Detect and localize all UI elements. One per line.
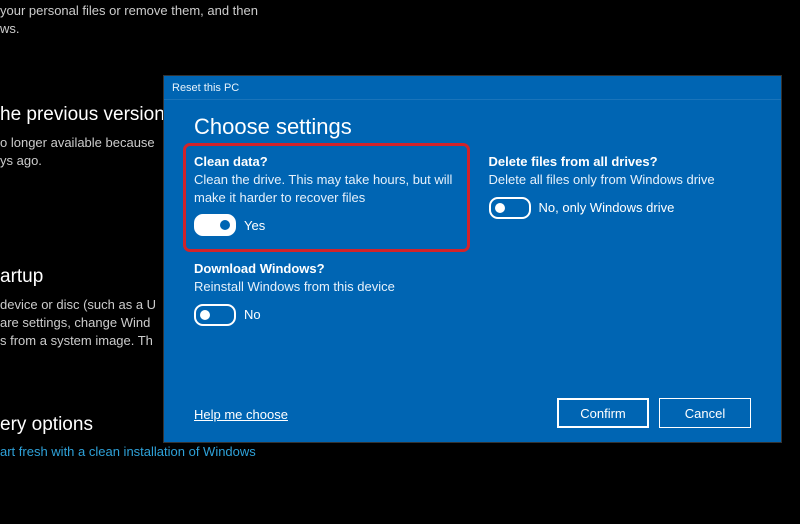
setting-title: Clean data? [194, 154, 457, 169]
toggle-thumb [200, 310, 210, 320]
toggle-thumb [495, 203, 505, 213]
toggle-track [194, 214, 236, 236]
bg-recovery-link[interactable]: art fresh with a clean installation of W… [0, 444, 400, 459]
toggle-track [194, 304, 236, 326]
confirm-button[interactable]: Confirm [557, 398, 649, 428]
bg-text: your personal files or remove them, and … [0, 2, 400, 20]
clean-data-setting: Clean data? Clean the drive. This may ta… [188, 148, 465, 247]
toggle-track [489, 197, 531, 219]
setting-desc: Reinstall Windows from this device [194, 278, 457, 296]
settings-col-left: Clean data? Clean the drive. This may ta… [194, 154, 457, 351]
toggle-label: No [244, 307, 261, 322]
download-windows-setting: Download Windows? Reinstall Windows from… [194, 261, 457, 329]
dialog-titlebar: Reset this PC [164, 76, 781, 100]
toggle-thumb [220, 220, 230, 230]
setting-desc: Clean the drive. This may take hours, bu… [194, 171, 457, 206]
cancel-button[interactable]: Cancel [659, 398, 751, 428]
dialog-body: Choose settings Clean data? Clean the dr… [164, 100, 781, 442]
delete-drives-setting: Delete files from all drives? Delete all… [489, 154, 752, 222]
setting-title: Download Windows? [194, 261, 457, 276]
toggle-label: Yes [244, 218, 265, 233]
download-windows-toggle[interactable]: No [194, 304, 261, 326]
dialog-heading: Choose settings [194, 114, 751, 140]
help-me-choose-link[interactable]: Help me choose [194, 407, 288, 422]
setting-desc: Delete all files only from Windows drive [489, 171, 752, 189]
dialog-buttons: Confirm Cancel [557, 398, 751, 428]
clean-data-toggle[interactable]: Yes [194, 214, 265, 236]
bg-top-fragment: your personal files or remove them, and … [0, 2, 400, 38]
settings-col-right: Delete files from all drives? Delete all… [489, 154, 752, 351]
delete-drives-toggle[interactable]: No, only Windows drive [489, 197, 675, 219]
bg-text: ws. [0, 20, 400, 38]
setting-title: Delete files from all drives? [489, 154, 752, 169]
toggle-label: No, only Windows drive [539, 200, 675, 215]
settings-grid: Clean data? Clean the drive. This may ta… [194, 154, 751, 351]
reset-pc-dialog: Reset this PC Choose settings Clean data… [164, 76, 781, 442]
